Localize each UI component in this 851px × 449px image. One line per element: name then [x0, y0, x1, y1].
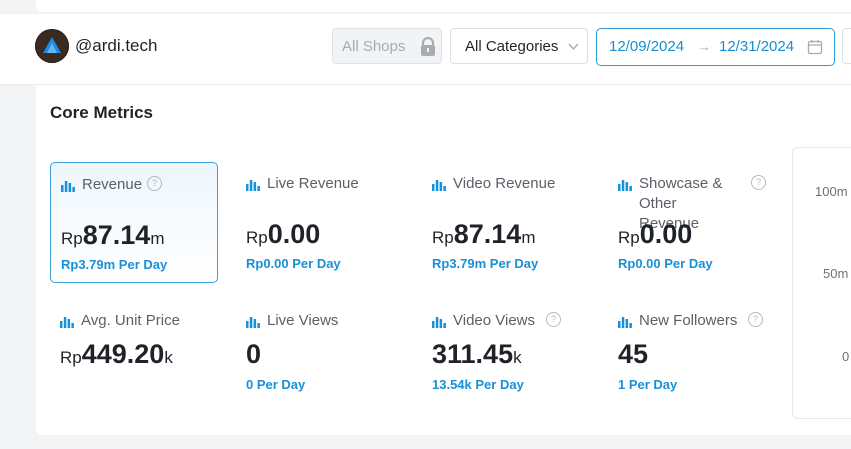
date-end[interactable]: 12/31/2024: [719, 38, 794, 55]
date-separator: →: [698, 39, 711, 54]
help-icon[interactable]: ?: [546, 312, 561, 327]
bar-chart-icon: [432, 177, 446, 197]
y-tick-label: 0: [842, 349, 850, 364]
avatar[interactable]: [35, 29, 69, 63]
metric-value: 45: [618, 339, 649, 369]
shop-select[interactable]: All Shops: [332, 28, 442, 64]
metric-value: Rp449.20k: [60, 339, 173, 369]
bar-chart-icon: [618, 177, 632, 197]
metric-card-live-views[interactable]: Live Views 0 0 Per Day: [236, 301, 404, 422]
metric-card-revenue[interactable]: Revenue ? Rp87.14m Rp3.79m Per Day: [50, 162, 218, 283]
metric-per-day: 0 Per Day: [246, 377, 306, 392]
username: @ardi.tech: [75, 36, 158, 55]
header-bar: @ardi.tech All Shops All Categories 12/0…: [0, 14, 851, 85]
metric-per-day: Rp3.79m Per Day: [61, 257, 168, 272]
metric-value: 311.45k: [432, 339, 522, 369]
metric-label-wrap: Video Revenue: [432, 174, 560, 194]
bar-chart-icon: [61, 178, 75, 198]
top-card-edge: [36, 0, 851, 12]
metric-label: Revenue: [82, 176, 143, 193]
category-select-label: All Categories: [465, 38, 559, 55]
metric-label: Live Views: [267, 312, 339, 329]
metric-label: Avg. Unit Price: [81, 312, 180, 329]
y-tick-label: 100m: [815, 184, 848, 199]
metric-per-day: Rp3.79m Per Day: [432, 256, 539, 271]
metric-card-avg-unit-price[interactable]: Avg. Unit Price Rp449.20k: [50, 301, 218, 422]
date-range-picker[interactable]: 12/09/2024 → 12/31/2024: [596, 28, 835, 66]
lock-icon: [419, 36, 437, 62]
metric-label: Live Revenue: [267, 175, 359, 192]
metric-label-wrap: Live Revenue: [246, 174, 374, 194]
metric-value: Rp0.00: [246, 219, 321, 249]
shop-select-label: All Shops: [342, 38, 406, 55]
metric-card-live-revenue[interactable]: Live Revenue Rp0.00 Rp0.00 Per Day: [236, 162, 404, 283]
metric-value: Rp0.00: [618, 219, 693, 249]
metric-label: Video Revenue: [453, 175, 556, 192]
bar-chart-icon: [432, 314, 446, 334]
metric-card-new-followers[interactable]: New Followers ? 45 1 Per Day: [608, 301, 776, 422]
core-metrics-panel: Core Metrics Revenue ? Rp87.14m Rp3.79m …: [36, 85, 851, 435]
calendar-icon[interactable]: [807, 39, 823, 60]
help-icon[interactable]: ?: [751, 175, 766, 190]
bar-chart-icon: [246, 177, 260, 197]
metric-label-wrap: Avg. Unit Price: [60, 311, 188, 331]
more-button[interactable]: [842, 28, 851, 64]
trend-chart: 100m 50m 0: [792, 147, 851, 419]
metric-label: Video Views: [453, 312, 536, 329]
bar-chart-icon: [60, 314, 74, 334]
bar-chart-icon: [618, 314, 632, 334]
metric-label-wrap: Revenue: [61, 175, 189, 195]
section-title: Core Metrics: [50, 103, 153, 122]
metric-label: New Followers: [639, 312, 738, 329]
y-tick-label: 50m: [823, 266, 849, 281]
metric-per-day: Rp0.00 Per Day: [246, 256, 341, 271]
metric-card-showcase-revenue[interactable]: Showcase & Other Revenue ? Rp0.00 Rp0.00…: [608, 162, 776, 283]
metric-per-day: 13.54k Per Day: [432, 377, 524, 392]
help-icon[interactable]: ?: [147, 176, 162, 191]
metric-per-day: 1 Per Day: [618, 377, 678, 392]
category-select[interactable]: All Categories: [450, 28, 588, 64]
help-icon[interactable]: ?: [748, 312, 763, 327]
metric-value: 0: [246, 339, 262, 369]
metric-label-wrap: Video Views: [432, 311, 560, 331]
metric-card-video-views[interactable]: Video Views ? 311.45k 13.54k Per Day: [422, 301, 590, 422]
metric-label-wrap: Live Views: [246, 311, 374, 331]
metric-label-wrap: New Followers: [618, 311, 746, 331]
metric-per-day: Rp0.00 Per Day: [618, 256, 713, 271]
metric-value: Rp87.14m: [61, 220, 165, 250]
metric-value: Rp87.14m: [432, 219, 536, 249]
date-start[interactable]: 12/09/2024: [609, 38, 684, 55]
bar-chart-icon: [246, 314, 260, 334]
metric-card-video-revenue[interactable]: Video Revenue Rp87.14m Rp3.79m Per Day: [422, 162, 590, 283]
chevron-down-icon: [567, 40, 580, 58]
